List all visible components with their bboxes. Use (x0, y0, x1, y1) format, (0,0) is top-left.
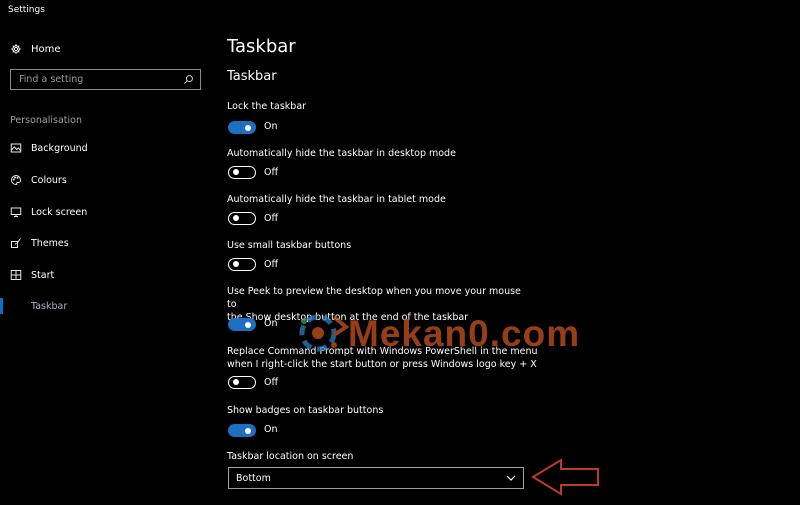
toggle-state-label: On (264, 318, 278, 329)
toggle-state-label: Off (264, 167, 279, 178)
sidebar-item-themes[interactable]: Themes (10, 235, 200, 251)
search-icon[interactable] (183, 74, 194, 85)
watermark-logo-icon (299, 314, 350, 352)
setting-label-badges: Show badges on taskbar buttons (227, 405, 384, 416)
active-indicator (0, 298, 3, 314)
toggle-powershell[interactable] (228, 376, 256, 389)
toggle-state-label: On (264, 424, 278, 435)
toggle-state-label: On (264, 121, 278, 132)
taskbar-location-select[interactable]: Bottom (228, 467, 524, 489)
sidebar-item-label: Taskbar (31, 300, 68, 312)
search-input[interactable]: Find a setting (10, 69, 201, 90)
section-title: Taskbar (227, 69, 277, 84)
toggle-knob (245, 321, 251, 328)
sidebar-item-colours[interactable]: Colours (10, 172, 200, 188)
toggle-hide-tablet[interactable] (228, 212, 256, 225)
toggle-knob (245, 427, 251, 434)
section-label: Personalisation (10, 115, 82, 126)
search-placeholder: Find a setting (19, 74, 84, 85)
setting-label-hide-tablet: Automatically hide the taskbar in tablet… (227, 194, 446, 205)
annotation-arrow-icon (531, 458, 599, 496)
taskbar-icon (10, 300, 22, 312)
toggle-knob (245, 124, 251, 131)
watermark-text: Mekan0.com (348, 313, 581, 354)
select-value: Bottom (236, 473, 271, 484)
toggle-knob (233, 215, 239, 221)
window-title: Settings (8, 5, 45, 15)
page-title: Taskbar (227, 36, 296, 57)
toggle-badges[interactable] (228, 424, 256, 437)
watermark: Mekan0.com (290, 300, 630, 370)
setting-label-hide-desktop: Automatically hide the taskbar in deskto… (227, 148, 456, 159)
toggle-peek[interactable] (228, 318, 256, 331)
location-label: Taskbar location on screen (227, 451, 354, 462)
gear-icon (11, 44, 21, 54)
setting-label-lock-taskbar: Lock the taskbar (227, 101, 307, 112)
sidebar: Home Find a setting Personalisation Back… (0, 22, 210, 505)
home-label: Home (31, 43, 61, 55)
sidebar-item-label: Colours (31, 174, 67, 186)
chevron-down-icon (506, 475, 516, 481)
sidebar-item-taskbar[interactable]: Taskbar (10, 298, 200, 314)
toggle-knob (233, 379, 239, 385)
toggle-lock-taskbar[interactable] (228, 121, 256, 134)
main-content: Taskbar Taskbar Lock the taskbar On Auto… (227, 0, 800, 505)
toggle-state-label: Off (264, 259, 279, 270)
sidebar-item-label: Themes (31, 237, 69, 249)
home-nav-item[interactable]: Home (10, 41, 200, 57)
setting-label-small-buttons: Use small taskbar buttons (227, 240, 352, 251)
toggle-state-label: Off (264, 377, 279, 388)
sidebar-item-label: Start (31, 269, 55, 281)
palette-icon (11, 174, 22, 186)
monitor-icon (10, 207, 22, 217)
sidebar-item-background[interactable]: Background (10, 140, 200, 156)
toggle-small-buttons[interactable] (228, 258, 256, 271)
sidebar-item-label: Lock screen (31, 206, 88, 218)
image-icon (10, 143, 22, 153)
sidebar-item-lock-screen[interactable]: Lock screen (10, 204, 200, 220)
toggle-state-label: Off (264, 213, 279, 224)
toggle-knob (233, 169, 239, 175)
brush-icon (11, 238, 21, 248)
toggle-hide-desktop[interactable] (228, 166, 256, 179)
sidebar-item-start[interactable]: Start (10, 267, 200, 283)
toggle-knob (233, 261, 239, 267)
grid-icon (10, 270, 22, 280)
sidebar-item-label: Background (31, 142, 88, 154)
